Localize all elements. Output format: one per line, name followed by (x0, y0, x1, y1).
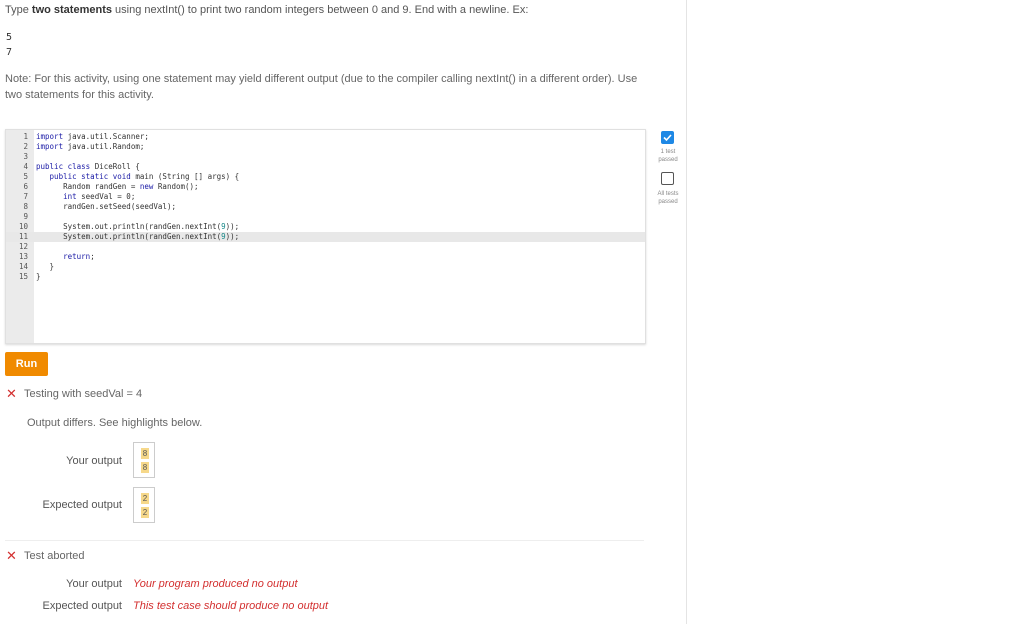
line-number: 11 (18, 232, 28, 241)
code-text[interactable]: randGen.setSeed(seedVal); (36, 202, 176, 212)
line-number: 2 (23, 142, 28, 151)
code-text[interactable]: int seedVal = 0; (36, 192, 135, 202)
instructions-prefix: Type (5, 4, 32, 16)
test2-expected-output-msg: This test case should produce no output (133, 600, 329, 612)
test2-your-output-msg: Your program produced no output (133, 578, 298, 590)
note-text: Note: For this activity, using one state… (5, 73, 638, 101)
test1-title: Testing with seedVal = 4 (24, 388, 143, 400)
code-line[interactable]: 4 public class DiceRoll { (6, 162, 645, 172)
fail-x-icon: ✕ (6, 548, 17, 563)
empty-checkbox-icon (661, 172, 674, 185)
your-output-box: 8 8 (133, 442, 155, 478)
line-number: 14 (18, 262, 28, 271)
line-number: 3 (23, 152, 28, 161)
code-text[interactable]: return; (36, 252, 95, 262)
line-number: 5 (23, 172, 28, 181)
line-number: 13 (18, 252, 28, 261)
code-line[interactable]: 2 import java.util.Random; (6, 142, 645, 152)
code-line[interactable]: 3 (6, 152, 645, 162)
line-number: 1 (23, 132, 28, 141)
code-line[interactable]: 6 Random randGen = new Random(); (6, 182, 645, 192)
line-number: 9 (23, 212, 28, 221)
code-text[interactable]: System.out.println(randGen.nextInt(9)); (36, 222, 239, 232)
code-line[interactable]: 7 int seedVal = 0; (6, 192, 645, 202)
code-line[interactable]: 9 (6, 212, 645, 222)
check-2-pending (661, 172, 674, 185)
run-button[interactable]: Run (5, 352, 48, 376)
code-text[interactable]: import java.util.Random; (36, 142, 144, 152)
test2-title: Test aborted (24, 550, 85, 562)
code-text[interactable]: } (36, 272, 41, 282)
code-line[interactable]: 1 import java.util.Scanner; (6, 132, 645, 142)
line-number: 7 (23, 192, 28, 201)
instructions: Type two statements using nextInt() to p… (5, 3, 655, 18)
line-number: 6 (23, 182, 28, 191)
checkmark-icon (661, 131, 674, 144)
line-number: 8 (23, 202, 28, 211)
code-line[interactable]: 12 (6, 242, 645, 252)
panel-divider (686, 0, 687, 624)
code-editor[interactable]: 1 import java.util.Scanner; 2 import java.u… (5, 129, 646, 344)
test2-expected-output-label: Expected output (42, 600, 122, 612)
code-text[interactable]: Random randGen = new Random(); (36, 182, 198, 192)
code-text[interactable]: System.out.println(randGen.nextInt(9)); (36, 232, 239, 242)
code-text[interactable]: } (36, 262, 55, 272)
your-output-label: Your output (66, 455, 122, 467)
your-output-line-1: 8 (141, 448, 149, 459)
code-line[interactable]: 11 System.out.println(randGen.nextInt(9)… (6, 232, 645, 242)
code-text[interactable]: import java.util.Scanner; (36, 132, 149, 142)
code-text[interactable]: public class DiceRoll { (36, 162, 140, 172)
code-line[interactable]: 10 System.out.println(randGen.nextInt(9)… (6, 222, 645, 232)
code-line[interactable]: 13 return; (6, 252, 645, 262)
expected-output-label: Expected output (42, 499, 122, 511)
check-1-passed (661, 131, 674, 144)
code-line[interactable]: 15} (6, 272, 645, 282)
code-line[interactable]: 14 } (6, 262, 645, 272)
expected-output-line-1: 2 (141, 493, 149, 504)
line-number: 12 (18, 242, 28, 251)
line-number: 10 (18, 222, 28, 231)
code-text[interactable]: public static void main (String [] args)… (36, 172, 240, 182)
check-2-label: All tests passed (657, 191, 679, 205)
line-number: 15 (18, 272, 28, 281)
fail-x-icon: ✕ (6, 386, 17, 401)
test1-message: Output differs. See highlights below. (27, 417, 203, 429)
code-line[interactable]: 8 randGen.setSeed(seedVal); (6, 202, 645, 212)
example-line-2: 7 (6, 47, 13, 58)
expected-output-line-2: 2 (141, 507, 149, 518)
line-number: 4 (23, 162, 28, 171)
your-output-line-2: 8 (141, 462, 149, 473)
instructions-bold: two statements (31, 4, 112, 16)
test2-your-output-label: Your output (66, 578, 122, 590)
check-1-label: 1 test passed (658, 149, 678, 163)
code-line[interactable]: 5 public static void main (String [] arg… (6, 172, 645, 182)
example-line-1: 5 (6, 32, 13, 43)
test-separator (5, 540, 644, 541)
expected-output-box: 2 2 (133, 487, 155, 523)
instructions-rest: using nextInt() to print two random inte… (111, 4, 529, 16)
